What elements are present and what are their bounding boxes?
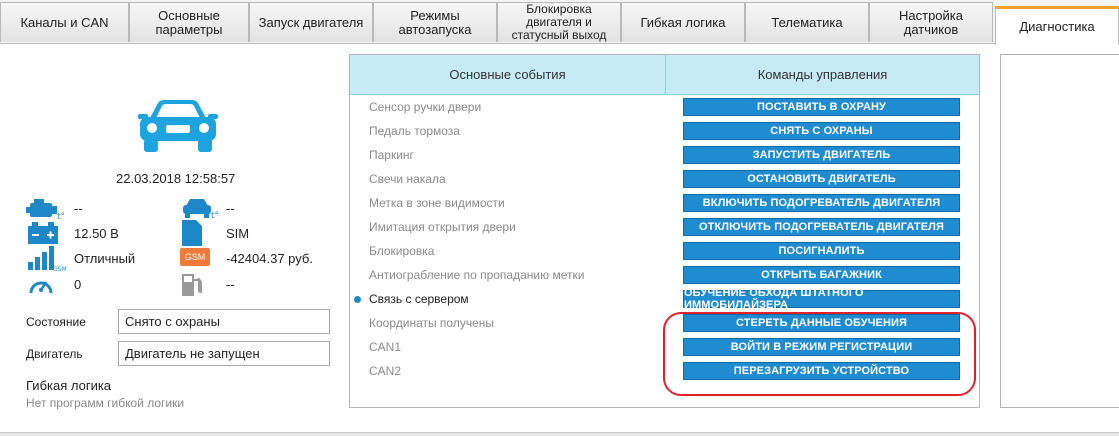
event-server-connection: Связь с сервером — [369, 292, 469, 306]
sim-card-icon — [182, 220, 202, 246]
stop-engine-button[interactable]: ОСТАНОВИТЬ ДВИГАТЕЛЬ — [683, 170, 960, 188]
bottom-border — [0, 432, 1119, 436]
speed-value: 0 — [74, 277, 82, 292]
flexible-logic-status: Нет программ гибкой логики — [26, 396, 185, 410]
tab-sensor-settings[interactable]: Настройка датчиков — [869, 2, 993, 42]
disable-heater-button[interactable]: ОТКЛЮЧИТЬ ПОДОГРЕВАТЕЛЬ ДВИГАТЕЛЯ — [683, 218, 960, 236]
engine-temperature-icon: t° — [26, 199, 65, 221]
cabin-temperature-value: -- — [226, 201, 235, 216]
events-header: Основные события — [350, 55, 666, 95]
event-parking: Паркинг — [369, 148, 414, 162]
fuel-value: -- — [226, 277, 235, 292]
state-label: Состояние — [26, 315, 86, 329]
tab-diagnostics[interactable]: Диагностика — [995, 6, 1119, 45]
event-door-open-imitation: Имитация открытия двери — [369, 220, 516, 234]
tab-autostart-modes[interactable]: Режимы автозапуска — [373, 2, 497, 42]
gsm-signal-value: Отличный — [74, 251, 136, 266]
balance-value: -42404.37 руб. — [226, 251, 313, 266]
event-can2: CAN2 — [369, 364, 402, 378]
event-anti-robbery: Антиограбление по пропаданию метки — [369, 268, 585, 282]
event-door-handle-sensor: Сенсор ручки двери — [369, 100, 482, 114]
honk-button[interactable]: ПОСИГНАЛИТЬ — [683, 242, 960, 260]
battery-icon — [28, 222, 58, 244]
battery-voltage-value: 12.50 В — [74, 226, 119, 241]
events-commands-panel: Основные события Команды управления Сенс… — [349, 54, 980, 408]
enable-heater-button[interactable]: ВКЛЮЧИТЬ ПОДОГРЕВАТЕЛЬ ДВИГАТЕЛЯ — [683, 194, 960, 212]
car-icon — [138, 100, 218, 152]
gsm-balance-icon: GSM — [180, 248, 210, 266]
event-brake-pedal: Педаль тормоза — [369, 124, 460, 138]
immobilizer-learning-button[interactable]: ОБУЧЕНИЕ ОБХОДА ШТАТНОГО ИММОБИЛАЙЗЕРА — [683, 287, 960, 311]
tab-telematics[interactable]: Телематика — [745, 2, 869, 42]
engine-temperature-value: -- — [74, 201, 83, 216]
arm-button[interactable]: ПОСТАВИТЬ В ОХРАНУ — [683, 98, 960, 116]
fuel-icon — [182, 274, 202, 296]
status-panel: 22.03.2018 12:58:57 t° -- t° -- 12.50 В … — [8, 52, 346, 412]
speedometer-icon — [29, 281, 53, 294]
engine-label: Двигатель — [26, 347, 83, 361]
flexible-logic-title: Гибкая логика — [26, 378, 112, 393]
svg-text:t°: t° — [211, 211, 219, 220]
highlight-outline — [663, 312, 976, 396]
start-engine-button[interactable]: ЗАПУСТИТЬ ДВИГАТЕЛЬ — [683, 146, 960, 164]
svg-text:t°: t° — [57, 212, 65, 221]
open-trunk-button[interactable]: ОТКРЫТЬ БАГАЖНИК — [683, 266, 960, 284]
tab-main-parameters[interactable]: Основные параметры — [129, 2, 249, 42]
tab-bar: Каналы и CAN Основные параметры Запуск д… — [0, 0, 1119, 45]
event-coordinates-received: Координаты получены — [369, 316, 495, 330]
cabin-temperature-icon: t° — [183, 199, 219, 220]
engine-field[interactable]: Двигатель не запущен — [118, 341, 330, 366]
tab-channels-can[interactable]: Каналы и CAN — [0, 2, 129, 42]
event-glow-plugs: Свечи накала — [369, 172, 446, 186]
svg-text:GSM: GSM — [53, 266, 67, 272]
tab-engine-lock[interactable]: Блокировка двигателя и статусный выход — [497, 2, 621, 42]
event-lock: Блокировка — [369, 244, 435, 258]
server-connection-indicator — [354, 296, 361, 303]
state-field[interactable]: Снято с охраны — [118, 309, 330, 334]
disarm-button[interactable]: СНЯТЬ С ОХРАНЫ — [683, 122, 960, 140]
current-datetime: 22.03.2018 12:58:57 — [116, 171, 236, 186]
commands-header: Команды управления — [666, 55, 979, 95]
event-can1: CAN1 — [369, 340, 402, 354]
tab-engine-start[interactable]: Запуск двигателя — [249, 2, 373, 42]
sim-value: SIM — [226, 226, 250, 241]
right-panel — [1000, 54, 1119, 408]
tab-flexible-logic[interactable]: Гибкая логика — [621, 2, 745, 42]
gsm-signal-icon: GSM — [28, 246, 67, 272]
event-tag-in-range: Метка в зоне видимости — [369, 196, 505, 210]
